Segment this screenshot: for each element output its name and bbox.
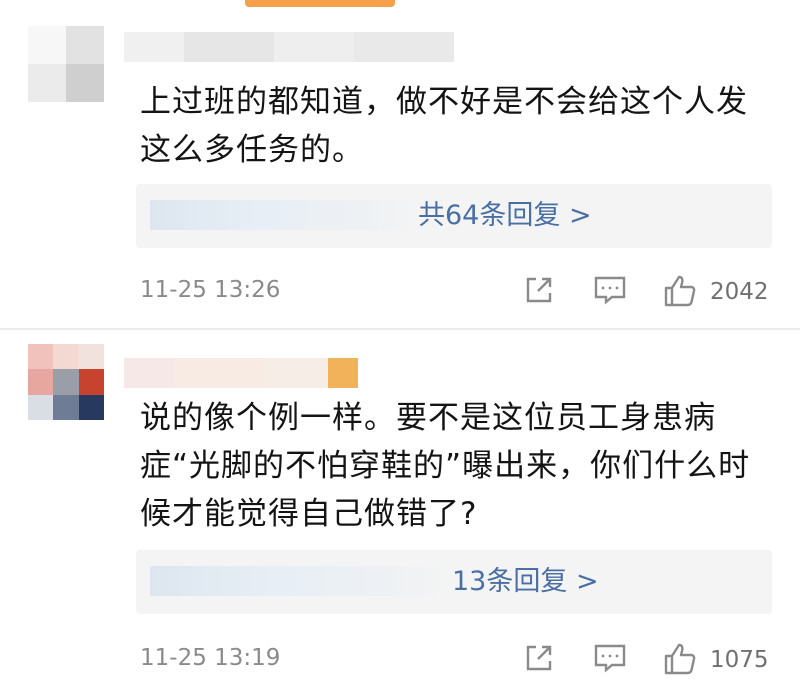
view-replies-link[interactable]: 共64条回复 > [418, 196, 592, 236]
comment-icon [594, 644, 626, 673]
username-redacted[interactable] [124, 32, 454, 62]
share-icon [526, 277, 552, 303]
thumbs-up-icon [664, 275, 696, 307]
reply-preview-box[interactable]: 共64条回复 > [136, 184, 772, 248]
comment-text: 说的像个例一样。要不是这位员工身患病 症“光脚的不怕穿鞋的”曝出来，你们什么时 … [140, 394, 780, 538]
timestamp: 11-25 13:26 [140, 277, 281, 303]
comment-icon [594, 276, 626, 305]
share-button[interactable] [522, 273, 556, 313]
reply-preview-redacted [150, 566, 450, 596]
view-replies-link[interactable]: 13条回复 > [452, 562, 599, 602]
share-button[interactable] [522, 641, 556, 681]
comment-text-line: 这么多任务的。 [140, 132, 364, 168]
comment-text-line: 上过班的都知道，做不好是不会给这个人发 [140, 84, 748, 120]
share-icon [526, 645, 552, 671]
comment-item: 说的像个例一样。要不是这位员工身患病 症“光脚的不怕穿鞋的”曝出来，你们什么时 … [0, 330, 800, 691]
avatar[interactable] [28, 344, 104, 420]
avatar[interactable] [28, 26, 104, 102]
like-button[interactable]: 1075 [662, 641, 782, 681]
comment-text: 上过班的都知道，做不好是不会给这个人发 这么多任务的。 [140, 78, 780, 174]
reply-preview-box[interactable]: 13条回复 > [136, 550, 772, 614]
comment-button[interactable] [592, 641, 628, 681]
comment-meta: 11-25 13:26 2042 [140, 273, 780, 313]
comment-meta: 11-25 13:19 1075 [140, 641, 780, 681]
thumbs-up-icon [664, 643, 696, 675]
comment-text-line: 说的像个例一样。要不是这位员工身患病 [140, 400, 716, 436]
comment-text-line: 症“光脚的不怕穿鞋的”曝出来，你们什么时 [140, 448, 751, 484]
like-button[interactable]: 2042 [662, 273, 782, 313]
comment-item: 上过班的都知道，做不好是不会给这个人发 这么多任务的。 共64条回复 > 11-… [0, 0, 800, 328]
username-redacted[interactable] [124, 358, 358, 388]
like-count: 2042 [710, 279, 769, 305]
comment-text-line: 候才能觉得自己做错了? [140, 496, 478, 532]
reply-preview-redacted [150, 200, 420, 230]
like-count: 1075 [710, 647, 769, 673]
timestamp: 11-25 13:19 [140, 645, 281, 671]
comment-button[interactable] [592, 273, 628, 313]
